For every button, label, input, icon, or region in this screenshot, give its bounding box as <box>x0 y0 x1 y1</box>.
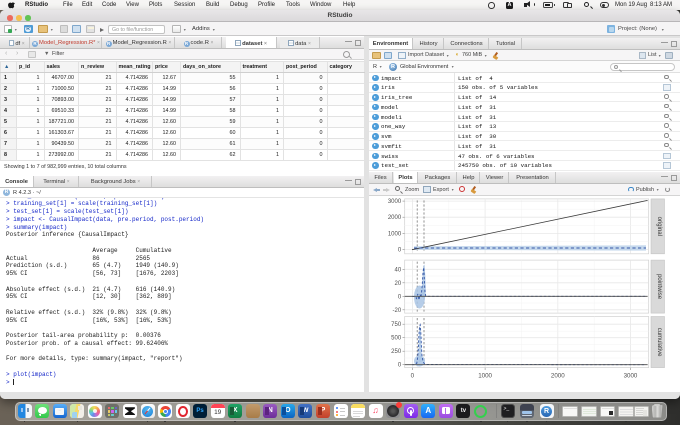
svg-text:250: 250 <box>391 349 402 355</box>
svg-text:20: 20 <box>395 281 402 287</box>
svg-text:0: 0 <box>398 248 402 254</box>
svg-text:3000: 3000 <box>388 199 402 205</box>
svg-text:pointwise: pointwise <box>656 274 662 300</box>
svg-text:1000: 1000 <box>388 231 402 237</box>
svg-text:40: 40 <box>395 267 402 273</box>
svg-text:0: 0 <box>411 373 415 380</box>
svg-text:-20: -20 <box>393 308 402 314</box>
svg-text:original: original <box>656 217 662 236</box>
svg-text:1000: 1000 <box>478 373 492 380</box>
svg-text:2000: 2000 <box>388 215 402 221</box>
svg-text:0: 0 <box>398 363 402 369</box>
svg-text:cumulative: cumulative <box>656 328 662 357</box>
svg-text:3000: 3000 <box>624 373 638 380</box>
svg-text:0: 0 <box>398 294 402 300</box>
svg-text:2000: 2000 <box>551 373 565 380</box>
svg-text:500: 500 <box>391 336 402 342</box>
svg-text:750: 750 <box>391 322 402 328</box>
